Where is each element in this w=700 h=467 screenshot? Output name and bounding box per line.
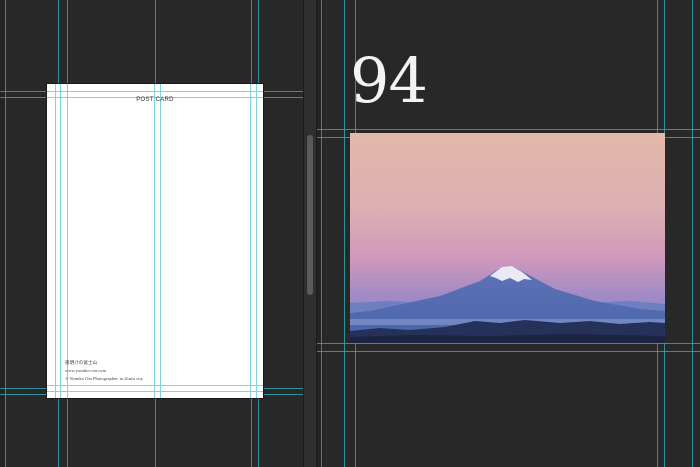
vertical-ruler [317, 0, 323, 467]
guide-line [60, 84, 61, 398]
guide-line[interactable] [317, 351, 700, 352]
guide-line[interactable] [692, 0, 693, 467]
scrollbar-thumb[interactable] [307, 135, 313, 295]
postcard-header-text[interactable]: POST CARD [47, 97, 263, 103]
guide-line[interactable] [321, 0, 322, 467]
guide-line [47, 91, 263, 92]
page-number[interactable]: 94 [350, 50, 428, 112]
guide-line [55, 84, 56, 398]
postcard-page[interactable]: POST CARD 夜明けの富士山 www.yumiko-ota.com © Y… [47, 84, 263, 398]
website-url: www.yumiko-ota.com [65, 368, 107, 373]
guide-line[interactable] [317, 343, 700, 344]
photo-caption: 夜明けの富士山 [65, 360, 98, 365]
guide-line [256, 84, 257, 398]
guide-line [47, 391, 263, 392]
guide-line [47, 385, 263, 386]
mount-fuji-dawn-photo[interactable] [350, 133, 665, 343]
copyright-line: © Yumiko Ota Photographer, in Zushi city [65, 376, 144, 381]
guide-line[interactable] [5, 0, 6, 467]
guide-line [160, 84, 161, 398]
guide-line [154, 84, 155, 398]
postcard-footer[interactable]: 夜明けの富士山 www.yumiko-ota.com © Yumiko Ota … [65, 359, 143, 383]
guide-line[interactable] [344, 0, 345, 467]
guide-line[interactable] [317, 129, 700, 130]
guide-line [67, 84, 68, 398]
photo-image [350, 133, 665, 343]
guide-line [250, 84, 251, 398]
pane-splitter[interactable] [303, 0, 317, 467]
